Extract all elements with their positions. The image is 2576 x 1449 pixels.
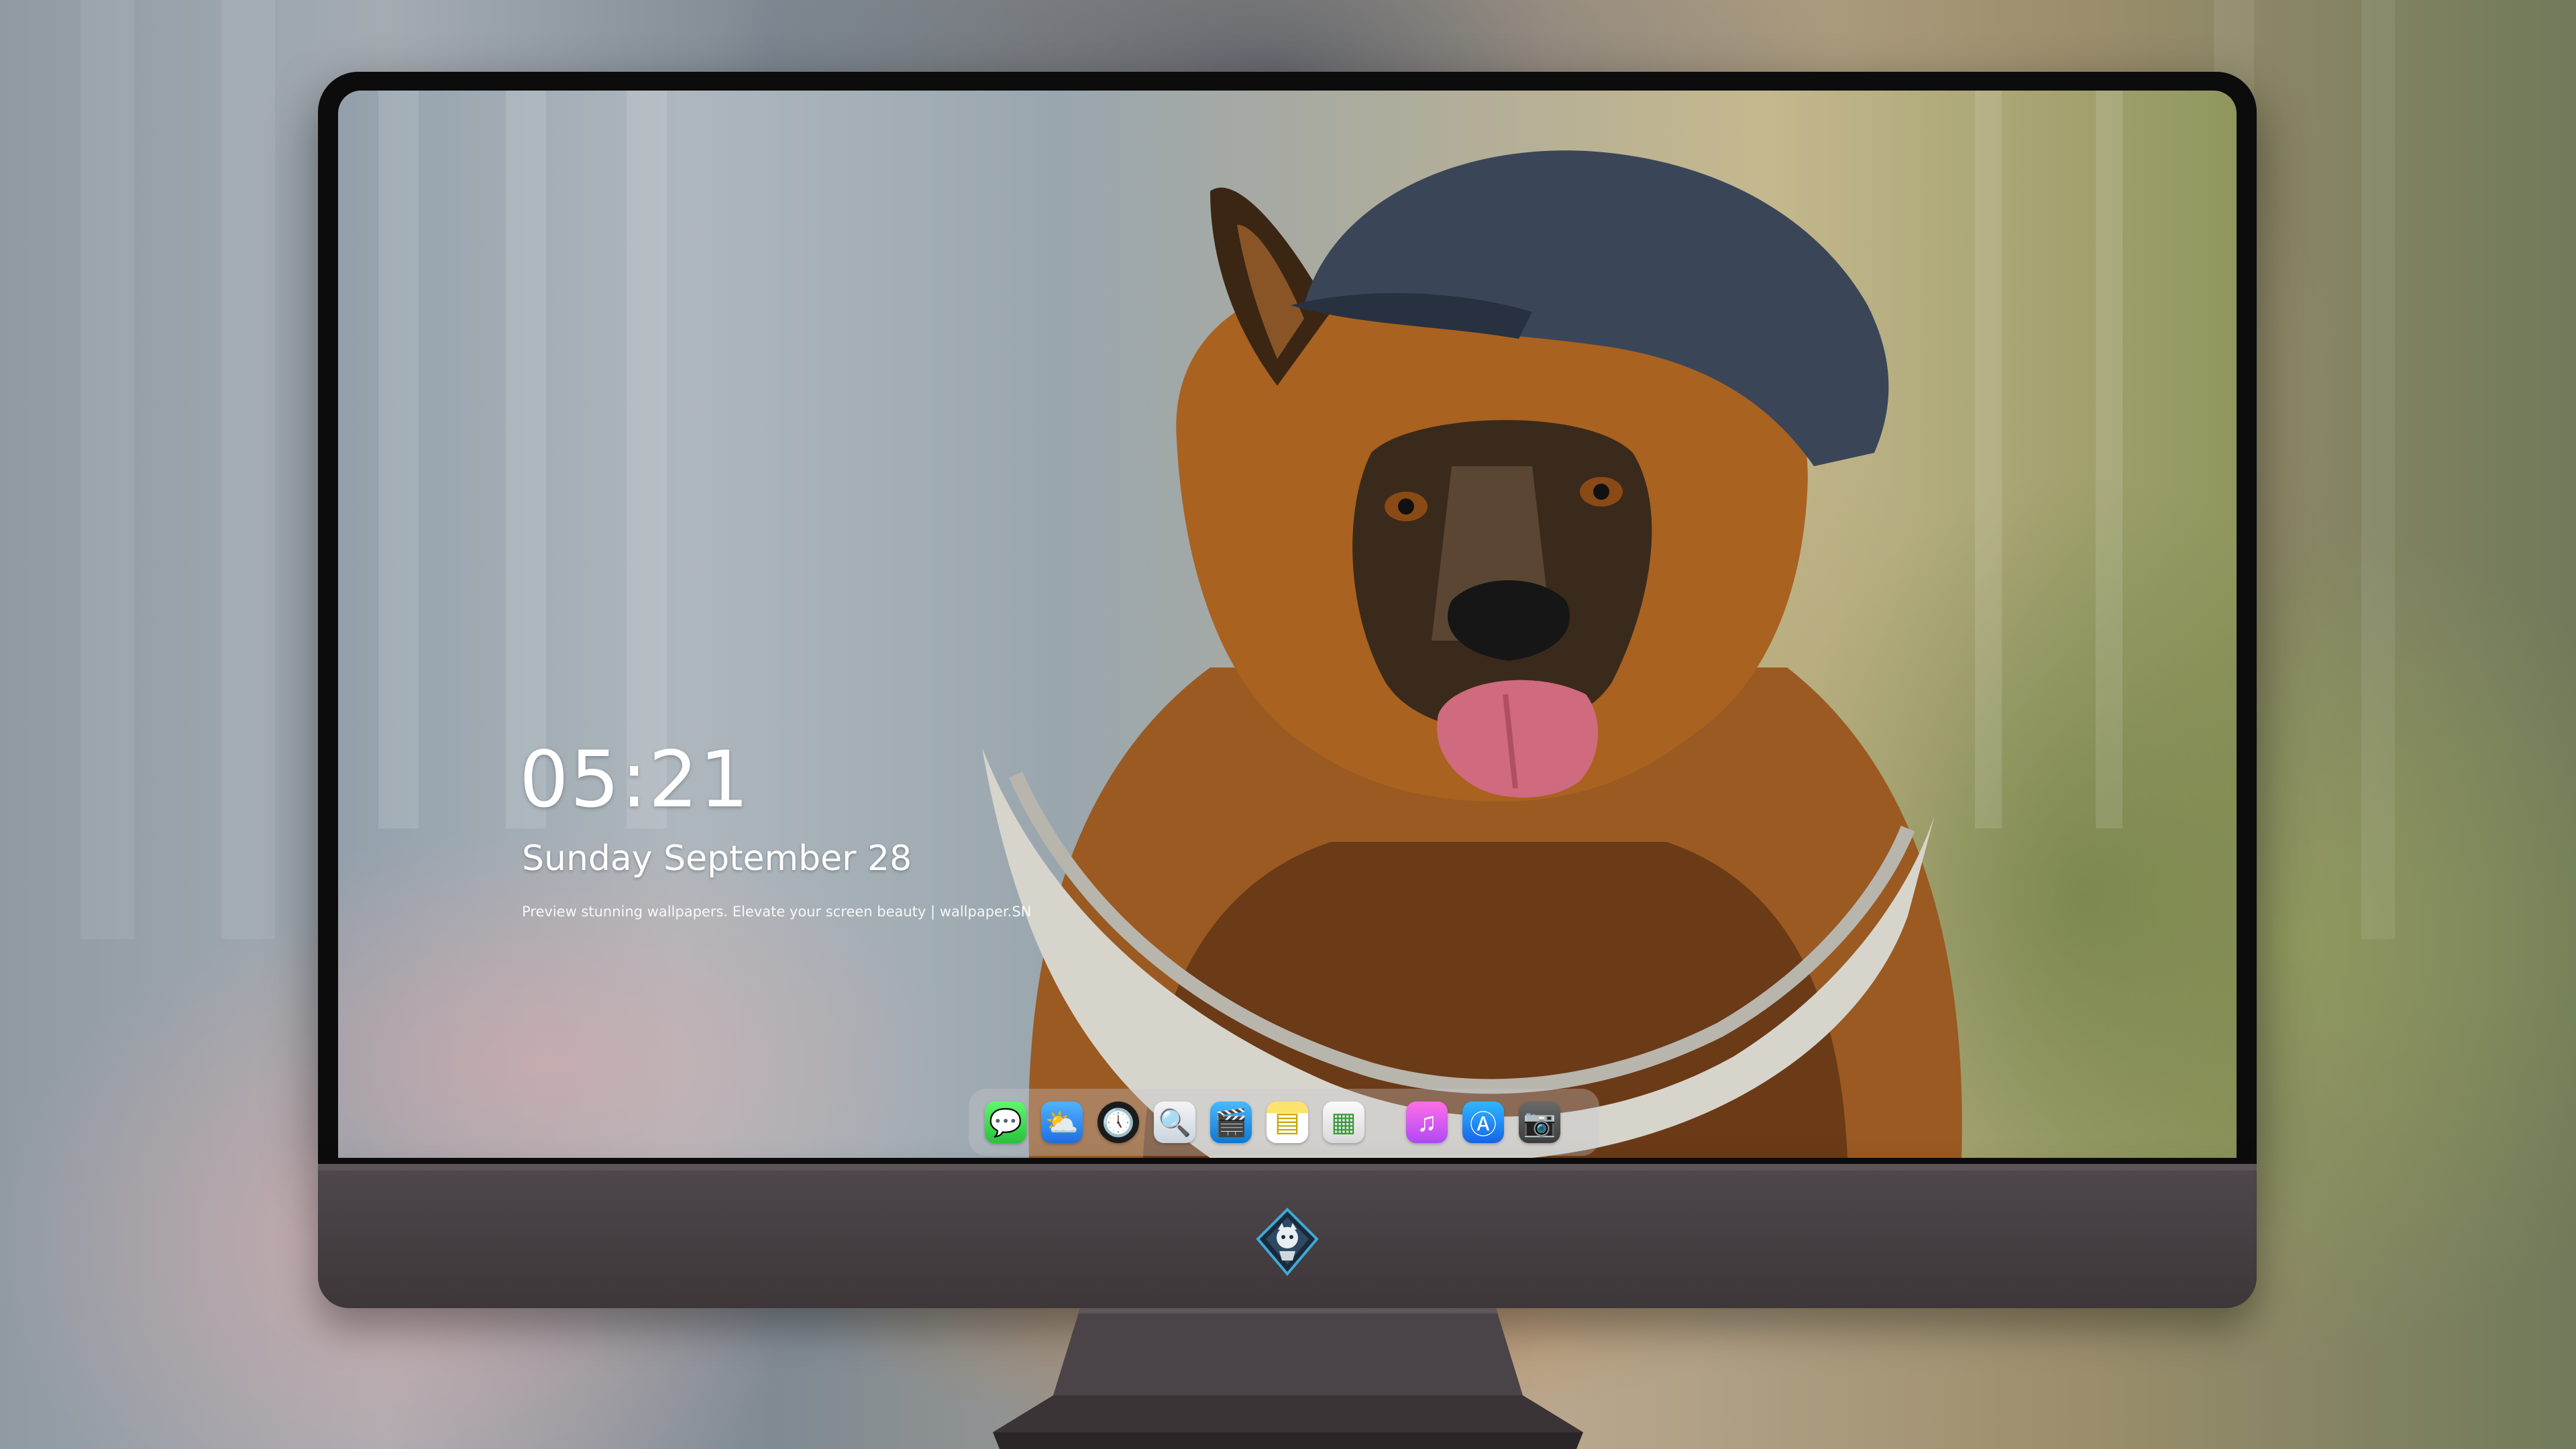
clapperboard-icon[interactable]: 🎬 bbox=[1210, 1102, 1252, 1143]
notepad-icon[interactable]: ▤ bbox=[1267, 1102, 1308, 1143]
music-note-icon[interactable]: ♫ bbox=[1406, 1102, 1448, 1143]
wallpaper-dog-illustration bbox=[982, 150, 1962, 1158]
mascot-emblem-icon bbox=[1256, 1208, 1319, 1277]
lock-screen[interactable]: 05:21 Sunday September 28 Preview stunni… bbox=[338, 91, 2237, 1158]
magnifier-photo-icon[interactable]: 🔍 bbox=[1154, 1102, 1195, 1143]
camera-icon[interactable]: 📷 bbox=[1519, 1102, 1560, 1143]
lock-date: Sunday September 28 bbox=[522, 839, 912, 879]
monitor-stand bbox=[993, 1308, 1583, 1449]
app-store-icon[interactable]: Ⓐ bbox=[1462, 1102, 1504, 1143]
cloud-sun-icon[interactable]: ⛅ bbox=[1041, 1102, 1083, 1143]
clock-icon[interactable]: 🕔 bbox=[1097, 1102, 1139, 1143]
lock-clock: 05:21 bbox=[519, 735, 751, 825]
photo-grid-icon[interactable]: ▦ bbox=[1323, 1102, 1364, 1143]
wallpaper-tagline: Preview stunning wallpapers. Elevate you… bbox=[522, 904, 1032, 920]
message-bubble-icon[interactable]: 💬 bbox=[985, 1102, 1026, 1143]
app-dock: 💬 ⛅ 🕔 🔍 🎬 ▤ ▦ ♫ Ⓐ 📷 bbox=[969, 1089, 1599, 1156]
desktop-monitor: 05:21 Sunday September 28 Preview stunni… bbox=[318, 72, 2257, 1308]
monitor-chin bbox=[318, 1164, 2257, 1308]
monitor-bezel: 05:21 Sunday September 28 Preview stunni… bbox=[318, 72, 2257, 1164]
